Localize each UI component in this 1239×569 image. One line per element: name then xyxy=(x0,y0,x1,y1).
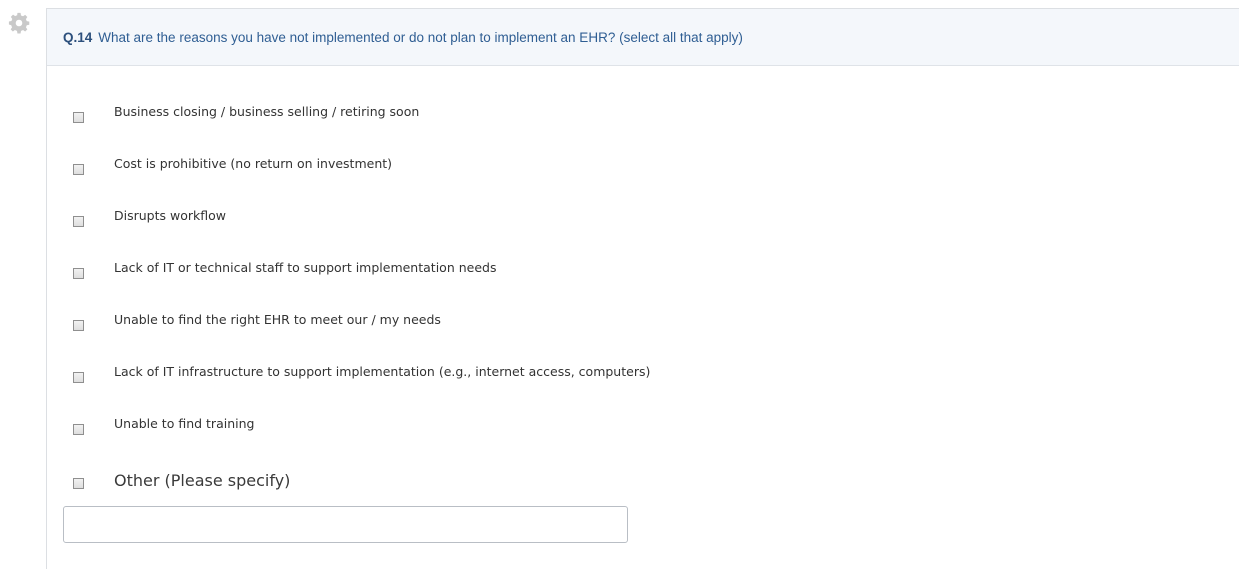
question-number: Q.14 xyxy=(63,29,93,45)
checkbox[interactable] xyxy=(73,112,84,123)
option-disrupts-workflow[interactable]: Disrupts workflow xyxy=(73,208,226,229)
question-text: What are the reasons you have not implem… xyxy=(98,29,743,45)
option-lack-it-infrastructure[interactable]: Lack of IT infrastructure to support imp… xyxy=(73,364,650,385)
question-header: Q.14 What are the reasons you have not i… xyxy=(47,9,1239,66)
checkbox[interactable] xyxy=(73,320,84,331)
other-specify-input[interactable] xyxy=(63,506,628,543)
option-unable-find-training[interactable]: Unable to find training xyxy=(73,416,254,437)
option-label: Business closing / business selling / re… xyxy=(114,104,420,119)
option-label: Lack of IT infrastructure to support imp… xyxy=(114,364,651,379)
checkbox[interactable] xyxy=(73,216,84,227)
checkbox[interactable] xyxy=(73,164,84,175)
option-label: Lack of IT or technical staff to support… xyxy=(114,260,497,275)
checkbox[interactable] xyxy=(73,478,84,489)
option-unable-find-ehr[interactable]: Unable to find the right EHR to meet our… xyxy=(73,312,441,333)
option-other[interactable]: Other (Please specify) xyxy=(73,471,291,493)
option-label: Cost is prohibitive (no return on invest… xyxy=(114,156,393,171)
option-business-closing[interactable]: Business closing / business selling / re… xyxy=(73,104,419,125)
checkbox[interactable] xyxy=(73,424,84,435)
checkbox[interactable] xyxy=(73,372,84,383)
option-label: Other (Please specify) xyxy=(114,471,291,490)
option-label: Unable to find the right EHR to meet our… xyxy=(114,312,441,327)
option-label: Disrupts workflow xyxy=(114,208,226,223)
option-cost-prohibitive[interactable]: Cost is prohibitive (no return on invest… xyxy=(73,156,392,177)
checkbox[interactable] xyxy=(73,268,84,279)
gear-icon[interactable] xyxy=(8,12,30,34)
option-lack-it-staff[interactable]: Lack of IT or technical staff to support… xyxy=(73,260,496,281)
option-label: Unable to find training xyxy=(114,416,255,431)
